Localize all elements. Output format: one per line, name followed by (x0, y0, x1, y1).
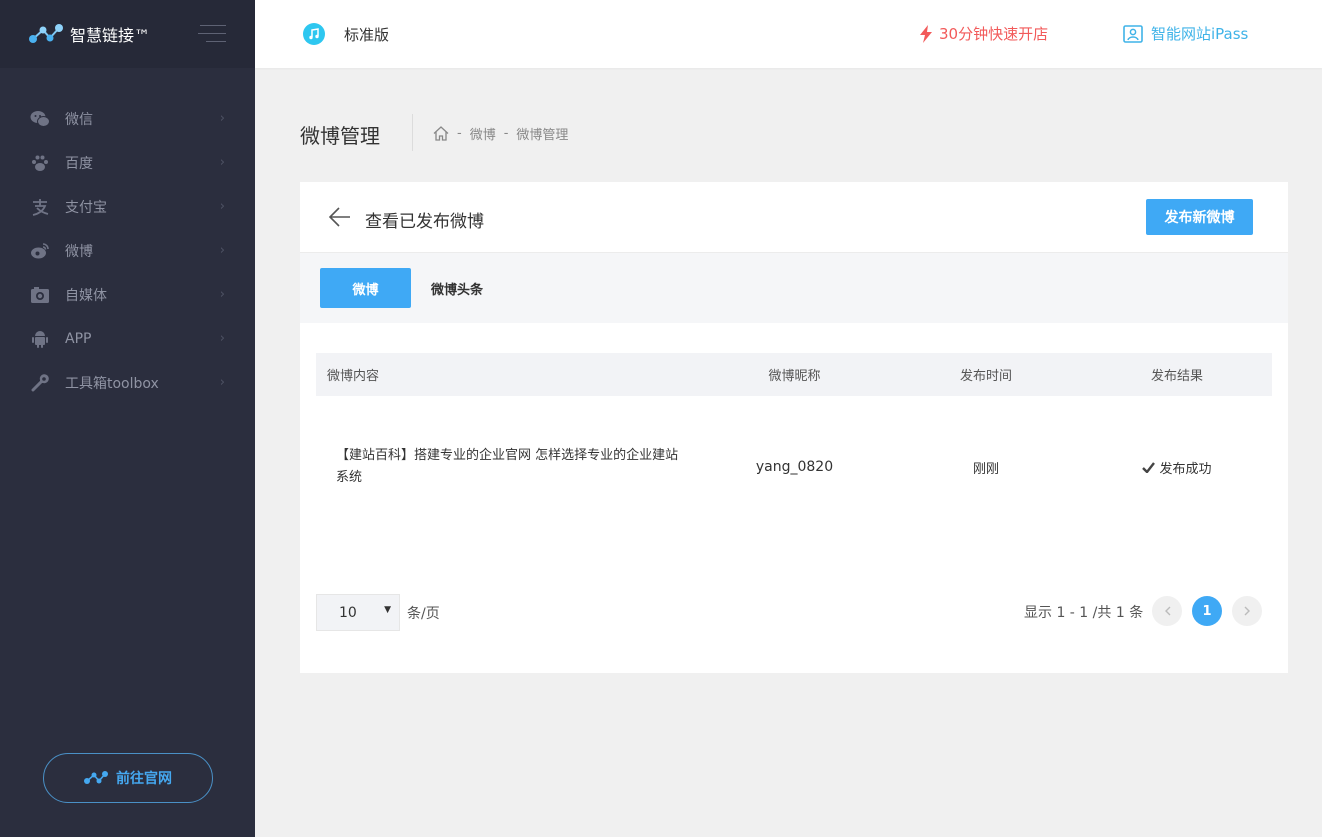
sidebar-item-toolbox[interactable]: 工具箱toolbox › (0, 361, 255, 405)
tab-bar: 微博 微博头条 (300, 253, 1288, 323)
logo-icon (29, 24, 63, 43)
card-header: 查看已发布微博 发布新微博 (300, 182, 1288, 253)
weibo-content-cell: 【建站百科】搭建专业的企业官网 怎样选择专业的企业建站系统 (336, 448, 679, 485)
sidebar-item-label: 微博 (65, 244, 93, 260)
tab-weibo[interactable]: 微博 (320, 268, 411, 308)
sidebar-item-label: 百度 (65, 156, 93, 172)
android-icon (30, 329, 50, 349)
column-header-time: 发布时间 (959, 369, 1012, 384)
sidebar-item-baidu[interactable]: 百度 › (0, 141, 255, 185)
sidebar-item-alipay[interactable]: 支付宝 › (0, 185, 255, 229)
sidebar-item-label: 工具箱toolbox (65, 376, 159, 392)
logo-icon (84, 771, 108, 784)
chevron-right-icon: › (219, 375, 225, 390)
title-divider (412, 114, 413, 151)
sidebar-header: 智慧链接™ (0, 0, 255, 68)
column-header-content: 微博内容 (327, 369, 380, 384)
publish-new-weibo-button[interactable]: 发布新微博 (1146, 199, 1253, 235)
paw-icon (30, 153, 50, 173)
chevron-right-icon: › (219, 243, 225, 258)
column-header-result: 发布结果 (1150, 369, 1203, 384)
back-arrow-icon[interactable] (328, 206, 352, 228)
sidebar-item-self-media[interactable]: 自媒体 › (0, 273, 255, 317)
weibo-result-cell: 发布成功 (1082, 458, 1272, 477)
goto-website-button[interactable]: 前往官网 (43, 753, 213, 803)
card-title: 查看已发布微博 (365, 212, 484, 232)
chevron-right-icon: › (219, 199, 225, 214)
chevron-right-icon: › (219, 155, 225, 170)
sidebar-menu: 微信 › 百度 › 支付宝 › 微博 › 自媒体 › APP › 工具箱tool… (0, 97, 255, 405)
weibo-time-cell: 刚刚 (972, 461, 999, 477)
lightning-icon (920, 24, 932, 43)
sidebar-item-label: 微信 (65, 112, 93, 128)
sidebar-item-label: APP (65, 331, 92, 347)
quick-open-label: 30分钟快速开店 (939, 25, 1049, 43)
check-icon (1142, 461, 1156, 473)
page-title: 微博管理 (300, 124, 380, 148)
top-header: 标准版 30分钟快速开店 智能网站iPass (255, 0, 1322, 68)
user-card-icon (1123, 24, 1143, 43)
wrench-icon (30, 373, 50, 393)
page-info: 显示 1 - 1 /共 1 条 (1024, 605, 1144, 621)
caret-down-icon: ▼ (384, 605, 391, 615)
ipass-link[interactable]: 智能网站iPass (1123, 23, 1248, 44)
result-label: 发布成功 (1159, 461, 1212, 477)
chevron-left-icon (1164, 606, 1170, 616)
edition-label: 标准版 (344, 26, 390, 44)
home-icon[interactable] (433, 126, 449, 141)
breadcrumb-separator: - (503, 126, 509, 141)
table-row: 【建站百科】搭建专业的企业官网 怎样选择专业的企业建站系统 yang_0820 … (316, 396, 1272, 538)
next-page-button[interactable] (1232, 596, 1262, 626)
brand-name: 智慧链接™ (70, 26, 151, 45)
sidebar-item-weibo[interactable]: 微博 › (0, 229, 255, 273)
menu-toggle-icon[interactable] (198, 25, 226, 43)
sidebar-item-label: 自媒体 (65, 288, 107, 304)
per-page-label: 条/页 (407, 606, 440, 622)
sidebar-item-label: 支付宝 (65, 200, 107, 216)
chevron-right-icon: › (219, 287, 225, 302)
sidebar-item-wechat[interactable]: 微信 › (0, 97, 255, 141)
wechat-icon (30, 109, 50, 129)
page-size-select[interactable]: 10 ▼ (316, 594, 400, 631)
breadcrumb: - 微博 - 微博管理 (433, 124, 568, 143)
alipay-icon (30, 197, 50, 217)
goto-website-label: 前往官网 (116, 771, 172, 787)
sidebar: 智慧链接™ 微信 › 百度 › 支付宝 › 微博 › 自媒体 › APP › 工… (0, 0, 255, 837)
chevron-right-icon (1244, 606, 1250, 616)
tab-weibo-headline[interactable]: 微博头条 (420, 268, 494, 308)
camera-icon (30, 285, 50, 305)
quick-open-link[interactable]: 30分钟快速开店 (919, 23, 1048, 44)
music-icon (303, 23, 325, 45)
table-header: 微博内容 微博昵称 发布时间 发布结果 (316, 353, 1272, 396)
prev-page-button[interactable] (1152, 596, 1182, 626)
chevron-right-icon: › (219, 331, 225, 346)
ipass-label: 智能网站iPass (1151, 25, 1249, 43)
weibo-table: 微博内容 微博昵称 发布时间 发布结果 【建站百科】搭建专业的企业官网 怎样选择… (316, 353, 1272, 538)
breadcrumb-separator: - (457, 126, 462, 141)
column-header-nickname: 微博昵称 (768, 369, 821, 384)
page-button-current[interactable]: 1 (1192, 596, 1222, 626)
breadcrumb-item-current: 微博管理 (516, 128, 569, 143)
weibo-nickname-cell: yang_0820 (755, 459, 834, 475)
page-size-value: 10 (339, 604, 357, 621)
weibo-icon (30, 241, 50, 261)
breadcrumb-item-weibo[interactable]: 微博 (470, 124, 496, 143)
chevron-right-icon: › (219, 111, 225, 126)
content-card: 查看已发布微博 发布新微博 微博 微博头条 微博内容 微博昵称 发布时间 发布结… (300, 182, 1288, 673)
sidebar-item-app[interactable]: APP › (0, 317, 255, 361)
